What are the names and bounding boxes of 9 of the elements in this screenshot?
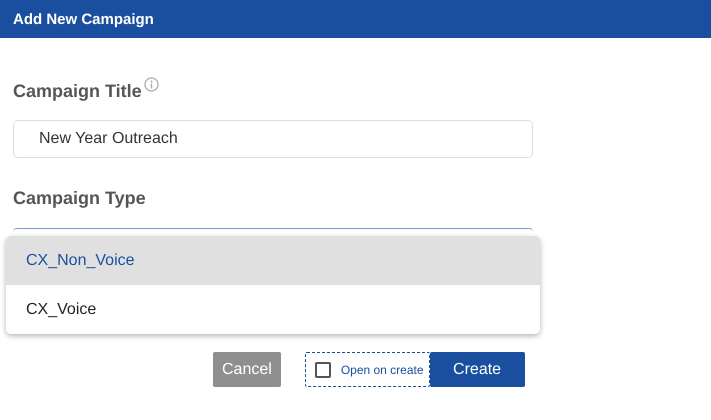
create-button[interactable]: Create xyxy=(430,352,525,387)
checkbox[interactable] xyxy=(314,362,331,378)
input-field[interactable]: New Year Outreach xyxy=(13,120,533,158)
dropdown-option[interactable]: CX_Non_Voice xyxy=(6,236,540,285)
field-label: Campaign Title xyxy=(13,81,142,102)
dialog-title: Add New Campaign xyxy=(13,10,154,28)
checkbox-control[interactable]: Open on create xyxy=(304,352,430,387)
dropdown-option[interactable]: CX_Voice xyxy=(6,285,540,334)
field-label: Campaign Type xyxy=(13,188,146,209)
